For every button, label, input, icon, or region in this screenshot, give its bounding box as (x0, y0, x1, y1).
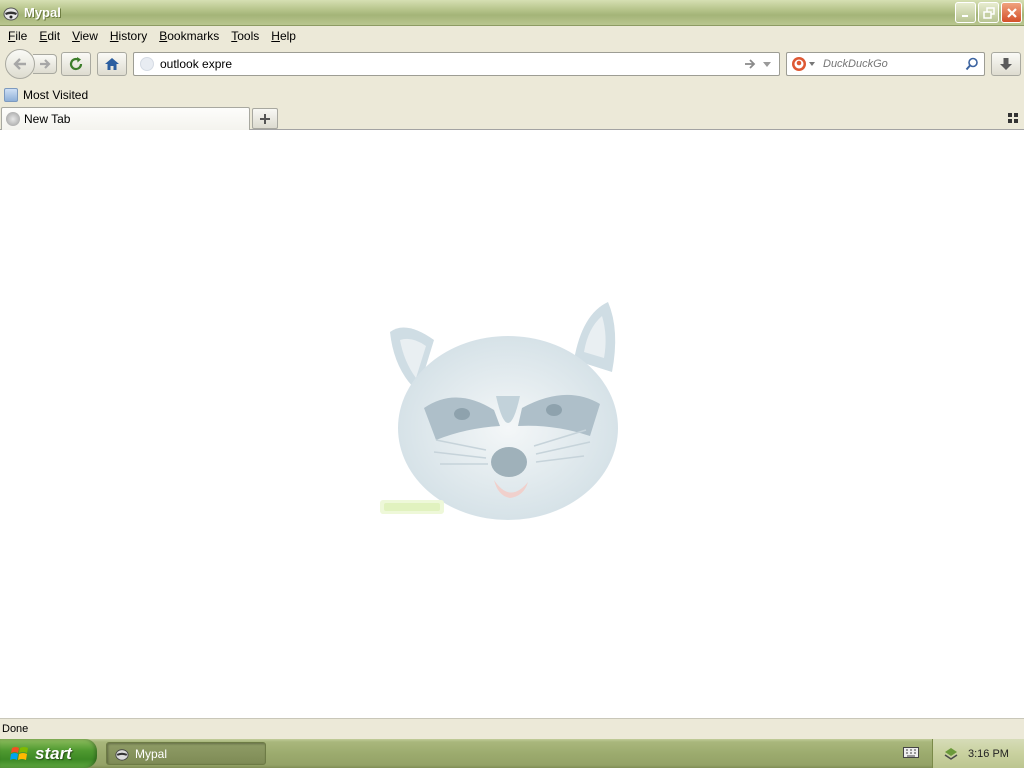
navigation-toolbar (0, 46, 1024, 82)
start-button[interactable]: start (0, 739, 97, 768)
site-identity-icon (140, 57, 154, 71)
minimize-button[interactable] (955, 2, 976, 23)
title-bar: Mypal (0, 0, 1024, 26)
globe-icon (6, 112, 20, 126)
clock[interactable]: 3:16 PM (968, 748, 1009, 760)
tab-new-tab[interactable]: New Tab (1, 107, 250, 130)
go-arrow-icon[interactable] (743, 57, 757, 71)
search-engine-selector[interactable] (791, 56, 817, 72)
restore-button[interactable] (978, 2, 999, 23)
menu-help[interactable]: Help (265, 26, 302, 46)
bookmarks-toolbar: Most Visited (0, 84, 1024, 106)
taskbar: start Mypal 3:16 PM (0, 739, 1024, 768)
search-input[interactable] (823, 58, 963, 70)
bookmark-label: Most Visited (23, 88, 89, 102)
taskbar-item-mypal[interactable]: Mypal (106, 742, 266, 765)
home-button[interactable] (97, 52, 127, 76)
tab-grid-icon[interactable] (1008, 113, 1018, 123)
taskbar-item-label: Mypal (135, 746, 168, 761)
forward-arrow-icon (39, 59, 51, 69)
raccoon-app-icon (115, 748, 129, 761)
raccoon-app-icon (3, 7, 19, 20)
folder-icon (4, 88, 18, 102)
status-text: Done (2, 723, 29, 735)
windows-logo-icon (10, 746, 28, 760)
menu-edit[interactable]: Edit (33, 26, 66, 46)
reload-icon (69, 57, 83, 71)
close-button[interactable] (1001, 2, 1022, 23)
back-arrow-icon (13, 58, 26, 70)
plus-icon (260, 113, 270, 124)
window-title: Mypal (24, 5, 61, 20)
safely-remove-hardware-icon[interactable] (943, 746, 959, 762)
reload-button[interactable] (61, 52, 91, 76)
download-button[interactable] (991, 52, 1021, 76)
menu-file[interactable]: File (2, 26, 33, 46)
back-button[interactable] (5, 49, 35, 79)
forward-button[interactable] (33, 54, 57, 74)
back-forward-group (5, 49, 59, 79)
search-icon[interactable] (965, 57, 979, 71)
raccoon-logo-watermark (380, 302, 618, 520)
menu-bookmarks[interactable]: Bookmarks (153, 26, 225, 46)
new-tab-button[interactable] (252, 108, 278, 129)
menu-view[interactable]: View (66, 26, 104, 46)
system-tray: 3:16 PM (932, 739, 1024, 768)
chevron-down-icon (809, 62, 815, 66)
menu-bar: File Edit View History Bookmarks Tools H… (0, 26, 1024, 46)
bookmark-most-visited[interactable]: Most Visited (4, 88, 88, 102)
start-label: start (35, 743, 72, 763)
search-bar[interactable] (786, 52, 985, 76)
menu-history[interactable]: History (104, 26, 153, 46)
url-input[interactable] (160, 57, 720, 71)
duckduckgo-icon (792, 57, 806, 71)
keyboard-icon[interactable] (903, 745, 919, 759)
tab-label: New Tab (24, 112, 71, 126)
menu-tools[interactable]: Tools (225, 26, 265, 46)
status-bar: Done (0, 718, 1024, 739)
tab-strip: New Tab (0, 106, 1024, 130)
download-icon (1000, 58, 1012, 70)
url-bar[interactable] (133, 52, 780, 76)
url-dropdown-icon[interactable] (761, 57, 773, 71)
page-content (0, 130, 1024, 718)
home-icon (105, 58, 119, 70)
